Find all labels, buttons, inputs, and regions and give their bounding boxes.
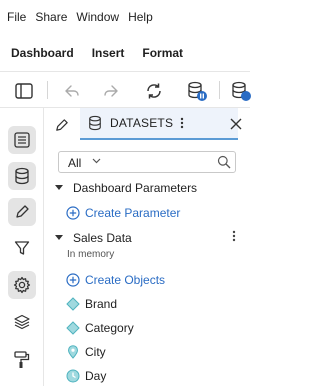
add-data-button[interactable]	[230, 80, 252, 102]
pencil-icon	[55, 118, 68, 131]
rail-settings-button[interactable]	[8, 271, 36, 299]
section-title: Sales Data	[73, 231, 132, 245]
close-icon	[230, 118, 242, 130]
refresh-button[interactable]	[143, 80, 165, 102]
database-add-icon	[232, 81, 251, 101]
panel-tab-strip: DATASETS	[44, 108, 250, 140]
redo-button[interactable]	[101, 80, 123, 102]
close-panel-button[interactable]	[226, 114, 246, 134]
diamond-icon	[66, 297, 80, 311]
undo-icon	[65, 85, 79, 97]
menu-window[interactable]: Window	[76, 10, 119, 24]
create-objects-label: Create Objects	[85, 273, 166, 287]
more-vertical-icon[interactable]	[180, 117, 184, 129]
storage-label: In memory	[67, 249, 115, 260]
section-header-dashboard-parameters[interactable]: Dashboard Parameters	[44, 178, 250, 198]
pause-data-button[interactable]	[186, 80, 208, 102]
more-vertical-icon[interactable]	[232, 230, 236, 242]
field-item[interactable]: City	[44, 342, 250, 362]
list-icon	[14, 132, 30, 148]
tab-format[interactable]: Format	[142, 46, 183, 60]
field-label: City	[85, 345, 106, 359]
toggle-panel-button[interactable]	[13, 80, 35, 102]
create-parameter-link[interactable]: Create Parameter	[44, 203, 250, 223]
paint-roller-icon	[14, 351, 30, 368]
filter-value: All	[68, 156, 82, 170]
tab-datasets[interactable]: DATASETS	[80, 108, 238, 140]
dataset-storage-note: In memory	[44, 246, 250, 266]
icon-toolbar	[0, 72, 252, 108]
tab-insert[interactable]: Insert	[92, 46, 125, 60]
search-icon[interactable]	[217, 155, 231, 169]
section-header-sales-data[interactable]: Sales Data	[44, 228, 250, 248]
database-icon	[15, 167, 29, 185]
rail-datasets-button[interactable]	[8, 162, 36, 190]
rail-properties-button[interactable]	[8, 126, 36, 154]
toolbar-divider	[219, 81, 220, 99]
create-objects-link[interactable]: Create Objects	[44, 270, 250, 290]
tab-datasets-label: DATASETS	[110, 116, 174, 130]
dataset-filter-select[interactable]: All	[58, 151, 236, 173]
rail-filter-button[interactable]	[8, 234, 36, 262]
pencil-icon	[16, 205, 29, 218]
chevron-down-icon	[92, 158, 101, 164]
gear-icon	[13, 276, 31, 294]
location-pin-icon	[67, 345, 79, 359]
left-rail	[0, 108, 44, 386]
plus-circle-icon	[66, 206, 80, 220]
panel-toggle-icon	[15, 83, 33, 99]
rail-format-painter-button[interactable]	[8, 346, 36, 374]
create-parameter-label: Create Parameter	[85, 206, 181, 220]
field-item[interactable]: Brand	[44, 294, 250, 314]
toolbar-divider	[47, 81, 48, 99]
undo-button[interactable]	[60, 80, 82, 102]
menu-bar: File Share Window Help	[0, 0, 250, 34]
refresh-icon	[147, 83, 161, 99]
field-label: Day	[85, 369, 107, 383]
menu-help[interactable]: Help	[128, 10, 153, 24]
database-icon	[89, 115, 101, 131]
rail-layers-button[interactable]	[8, 308, 36, 336]
clock-icon	[66, 369, 80, 383]
plus-circle-icon	[66, 273, 80, 287]
diamond-icon	[66, 321, 80, 335]
section-title: Dashboard Parameters	[73, 181, 198, 195]
ribbon-tabs: Dashboard Insert Format	[0, 34, 250, 72]
menu-file[interactable]: File	[7, 10, 26, 24]
field-item[interactable]: Category	[44, 318, 250, 338]
tab-edit[interactable]	[50, 114, 72, 136]
expand-caret-icon[interactable]	[55, 185, 63, 190]
expand-caret-icon[interactable]	[55, 235, 63, 240]
database-pause-icon	[188, 81, 207, 101]
rail-edit-button[interactable]	[8, 198, 36, 226]
field-label: Category	[85, 321, 134, 335]
funnel-icon	[14, 241, 30, 255]
menu-share[interactable]: Share	[35, 10, 67, 24]
field-label: Brand	[85, 297, 118, 311]
redo-icon	[104, 85, 118, 97]
tab-dashboard[interactable]: Dashboard	[11, 46, 74, 60]
layers-icon	[14, 314, 30, 330]
field-item[interactable]: Day	[44, 366, 250, 386]
